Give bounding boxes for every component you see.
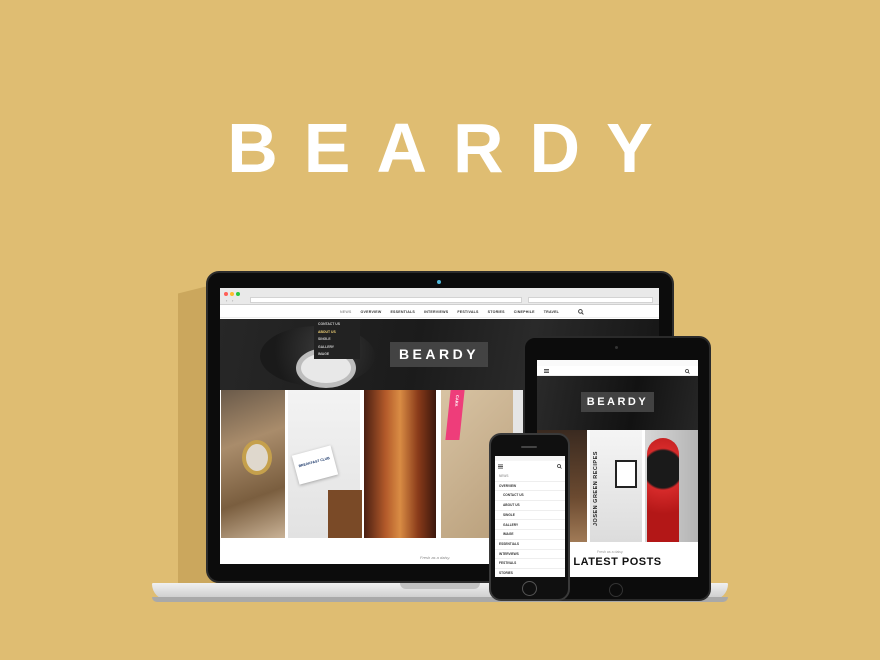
- picture-frame-shape: [615, 460, 637, 488]
- wooden-board-shape: [328, 490, 362, 538]
- phone-menu-item-image[interactable]: IMAGE: [495, 530, 565, 540]
- red-object-shape: [647, 438, 679, 542]
- phone-menu-item-essentials[interactable]: ESSENTIALS: [495, 540, 565, 550]
- dropdown-item-contact-us[interactable]: CONTACT US: [318, 321, 356, 329]
- nav-item-cinephile[interactable]: CINEPHILE: [514, 306, 535, 317]
- phone-menu-item-interviews[interactable]: INTERVIEWS: [495, 550, 565, 560]
- phone-status-bar: [495, 456, 565, 461]
- tablet-post-caption: Fresh as a daisy.: [597, 550, 624, 554]
- tablet-home-button[interactable]: [609, 583, 623, 597]
- recipes-book-title: JOSEN GREEN RECIPES: [593, 451, 599, 526]
- nav-item-stories[interactable]: STORIES: [488, 306, 505, 317]
- nav-item-travel[interactable]: TRAVEL: [544, 306, 559, 317]
- tablet-camera: [615, 346, 618, 349]
- hero-title: BEARDY: [227, 109, 679, 187]
- phone-menu-item-contact-us[interactable]: CONTACT US: [495, 491, 565, 502]
- phone-menu-item-about-us[interactable]: ABOUT US: [495, 501, 565, 511]
- footer-caption: Fresh as a daisy.: [420, 555, 451, 560]
- mirror-shape: [242, 440, 272, 475]
- laptop-notch: [400, 583, 480, 589]
- dropdown-item-about-us[interactable]: ABOUT US: [318, 329, 356, 337]
- nav-item-festivals[interactable]: FESTIVALS: [457, 306, 478, 317]
- minimize-window-button[interactable]: [230, 292, 234, 296]
- overview-dropdown-menu: CONTACT US ABOUT US SINGLE GALLERY IMAGE: [314, 319, 360, 359]
- maximize-window-button[interactable]: [236, 292, 240, 296]
- pink-label-text: CARA: [453, 395, 461, 407]
- phone-menu-item-festivals[interactable]: FESTIVALS: [495, 559, 565, 569]
- dropdown-item-image[interactable]: IMAGE: [318, 351, 356, 359]
- back-arrow-icon[interactable]: ‹: [226, 298, 227, 303]
- site-logo[interactable]: BEARDY: [390, 342, 488, 367]
- phone-menu-item-gallery[interactable]: GALLERY: [495, 521, 565, 531]
- browser-toolbar: ‹ ›: [220, 288, 659, 305]
- nav-item-interviews[interactable]: INTERVIEWS: [424, 306, 448, 317]
- phone-menu-item-single[interactable]: SINGLE: [495, 511, 565, 521]
- phone-menu-item-news[interactable]: NEWS: [495, 472, 565, 482]
- phone-menu-item-overview[interactable]: OVERVIEW: [495, 482, 565, 492]
- phone-menu-item-stories[interactable]: STORIES: [495, 569, 565, 577]
- search-icon[interactable]: [685, 368, 690, 374]
- nav-item-essentials[interactable]: ESSENTIALS: [390, 306, 415, 317]
- dropdown-item-gallery[interactable]: GALLERY: [318, 344, 356, 352]
- forward-arrow-icon[interactable]: ›: [232, 298, 233, 303]
- nav-item-overview[interactable]: OVERVIEW: [361, 306, 382, 317]
- phone-home-button[interactable]: [522, 581, 537, 596]
- laptop-camera: [437, 280, 441, 284]
- hamburger-menu-icon[interactable]: [498, 464, 503, 469]
- tablet-header: [537, 366, 698, 376]
- dropdown-item-single[interactable]: SINGLE: [318, 336, 356, 344]
- hamburger-menu-icon[interactable]: [544, 369, 549, 373]
- post-tile-interior[interactable]: [364, 390, 436, 538]
- site-navigation: NEWS OVERVIEW ESSENTIALS INTERVIEWS FESTIVAL…: [220, 306, 659, 318]
- tablet-site-logo[interactable]: BEARDY: [581, 392, 654, 412]
- phone-speaker: [521, 446, 537, 448]
- phone-screen: NEWS OVERVIEW CONTACT US ABOUT US SINGLE GALL…: [495, 456, 565, 577]
- address-bar[interactable]: [250, 297, 522, 303]
- close-window-button[interactable]: [224, 292, 228, 296]
- search-icon[interactable]: [557, 464, 562, 469]
- browser-search-field[interactable]: [528, 297, 653, 303]
- search-icon[interactable]: [578, 309, 584, 315]
- nav-item-news[interactable]: NEWS: [340, 306, 352, 317]
